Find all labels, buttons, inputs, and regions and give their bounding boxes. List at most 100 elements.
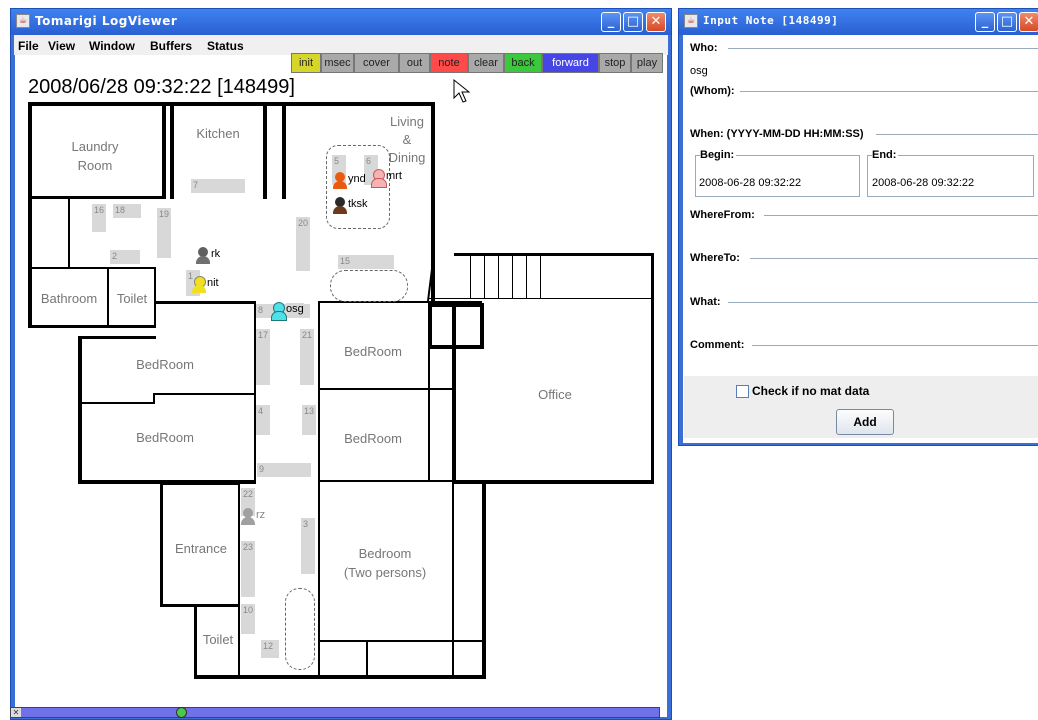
back-button[interactable]: back	[504, 53, 542, 73]
close-x-icon[interactable]: ✕	[11, 708, 21, 717]
bedroom-label-4: BedRoom	[344, 431, 402, 446]
maximize-button[interactable]: □	[623, 12, 643, 32]
note-button[interactable]: note	[430, 53, 468, 73]
wall	[512, 255, 513, 299]
wall	[470, 255, 471, 299]
init-button[interactable]: init	[291, 53, 321, 73]
wherefrom-input[interactable]	[686, 224, 1038, 244]
sensor-3: 3	[301, 518, 315, 574]
begin-group	[695, 155, 860, 197]
wall	[428, 298, 654, 299]
what-input[interactable]	[686, 312, 1038, 332]
menu-buffers[interactable]: Buffers	[150, 39, 192, 53]
office-label: Office	[538, 387, 572, 402]
menu-window[interactable]: Window	[89, 39, 135, 53]
wall	[107, 267, 109, 327]
wall	[28, 325, 156, 328]
comment-input[interactable]	[686, 355, 1038, 375]
main-titlebar[interactable]: ☕ Tomarigi LogViewer _ □ ✕	[11, 9, 671, 35]
play-button[interactable]: play	[631, 53, 663, 73]
java-app-icon: ☕	[684, 14, 698, 28]
out-button[interactable]: out	[399, 53, 430, 73]
wall	[482, 480, 486, 678]
wall	[282, 102, 286, 199]
wall	[454, 480, 654, 484]
bedroom-label-2: BedRoom	[136, 430, 194, 445]
wall	[428, 303, 484, 307]
sensor-12: 12	[261, 640, 279, 658]
begin-label: Begin:	[700, 149, 737, 161]
clear-button[interactable]: clear	[468, 53, 504, 73]
wall	[651, 253, 654, 483]
wall	[484, 255, 485, 299]
whom-label: (Whom):	[690, 85, 737, 97]
sensor-4: 4	[256, 405, 270, 435]
bedroom-label-3: BedRoom	[344, 344, 402, 359]
what-label: What:	[690, 296, 723, 308]
stop-button[interactable]: stop	[599, 53, 631, 73]
wall	[153, 393, 255, 395]
timeline-thumb[interactable]	[176, 707, 187, 718]
wall	[452, 480, 454, 678]
whom-input[interactable]	[686, 102, 1038, 122]
wall	[160, 604, 240, 607]
main-window-title: Tomarigi LogViewer	[35, 14, 178, 28]
wall	[428, 345, 484, 349]
java-app-icon: ☕	[16, 14, 30, 28]
wall	[80, 402, 155, 404]
sensor-19: 19	[157, 208, 171, 258]
sensor-9: 9	[257, 463, 311, 477]
minimize-button[interactable]: _	[601, 12, 621, 32]
end-label: End:	[872, 149, 899, 161]
bedroom-label-1: BedRoom	[136, 357, 194, 372]
sensor-13: 13	[302, 405, 316, 435]
note-window-title: Input Note [148499]	[703, 14, 839, 27]
menu-file[interactable]: File	[18, 39, 39, 53]
close-button[interactable]: ✕	[646, 12, 666, 32]
minimize-button[interactable]: _	[975, 12, 995, 32]
note-titlebar[interactable]: ☕ Input Note [148499] _ □ ✕	[679, 9, 1038, 35]
wall	[28, 267, 156, 269]
maximize-button[interactable]: □	[997, 12, 1017, 32]
sensor-16: 16	[92, 204, 106, 232]
floor-mat	[285, 588, 315, 670]
msec-button[interactable]: msec	[321, 53, 354, 73]
wall	[28, 196, 166, 199]
cover-button[interactable]: cover	[354, 53, 399, 73]
sensor-10: 10	[241, 604, 255, 634]
whereto-input[interactable]	[686, 268, 1038, 288]
entrance-label: Entrance	[174, 541, 228, 556]
wall	[160, 482, 240, 485]
wall	[162, 102, 166, 199]
menu-view[interactable]: View	[48, 39, 75, 53]
who-input[interactable]: osg	[690, 65, 708, 77]
wall	[366, 640, 368, 676]
toilet-label-2: Toilet	[202, 632, 234, 647]
wall	[318, 388, 454, 390]
menu-status[interactable]: Status	[207, 39, 244, 53]
who-label: Who:	[690, 42, 720, 54]
laundry-room-label: Laundry Room	[71, 139, 119, 173]
end-input[interactable]: 2008-06-28 09:32:22	[872, 177, 974, 189]
no-mat-data-checkbox[interactable]	[736, 385, 749, 398]
wall	[480, 303, 484, 349]
sensor-7: 7	[191, 179, 245, 193]
end-group	[867, 155, 1034, 197]
bathroom-label: Bathroom	[40, 291, 98, 306]
close-button[interactable]: ✕	[1019, 12, 1038, 32]
wherefrom-label: WhereFrom:	[690, 209, 757, 221]
kitchen-label: Kitchen	[196, 126, 240, 141]
wall	[452, 303, 456, 483]
add-button[interactable]: Add	[836, 409, 894, 435]
bed-mat	[330, 270, 408, 302]
timestamp-display: 2008/06/28 09:32:22 [148499]	[28, 76, 295, 98]
wall	[318, 640, 484, 642]
begin-input[interactable]: 2008-06-28 09:32:22	[699, 177, 801, 189]
wall	[78, 336, 82, 482]
sensor-15: 15	[338, 255, 394, 269]
sensor-23: 23	[241, 541, 255, 597]
diagonal-wall	[427, 253, 435, 302]
no-mat-data-label: Check if no mat data	[752, 384, 870, 398]
timeline-scrollbar[interactable]: ✕	[10, 707, 660, 718]
forward-button[interactable]: forward	[542, 53, 599, 73]
